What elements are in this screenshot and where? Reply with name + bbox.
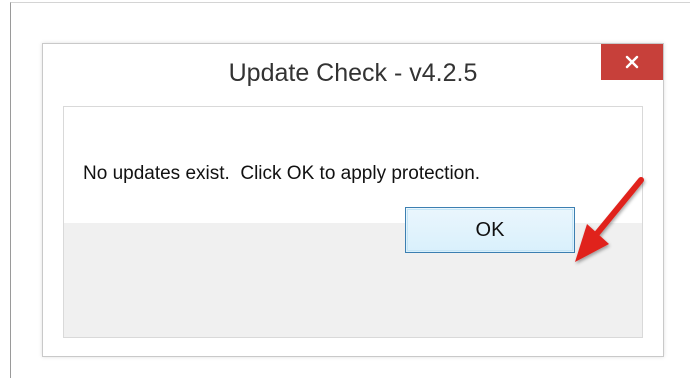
- dialog-titlebar[interactable]: Update Check - v4.2.5: [43, 44, 663, 106]
- close-icon: [625, 55, 639, 69]
- screenshot-page: Update Check - v4.2.5 No updates exist. …: [0, 0, 690, 378]
- red-arrow-icon: [575, 177, 644, 262]
- dialog-message: No updates exist. Click OK to apply prot…: [83, 163, 481, 184]
- close-button[interactable]: [601, 44, 663, 80]
- dialog-title: Update Check - v4.2.5: [228, 59, 478, 87]
- ok-button[interactable]: OK: [405, 207, 575, 253]
